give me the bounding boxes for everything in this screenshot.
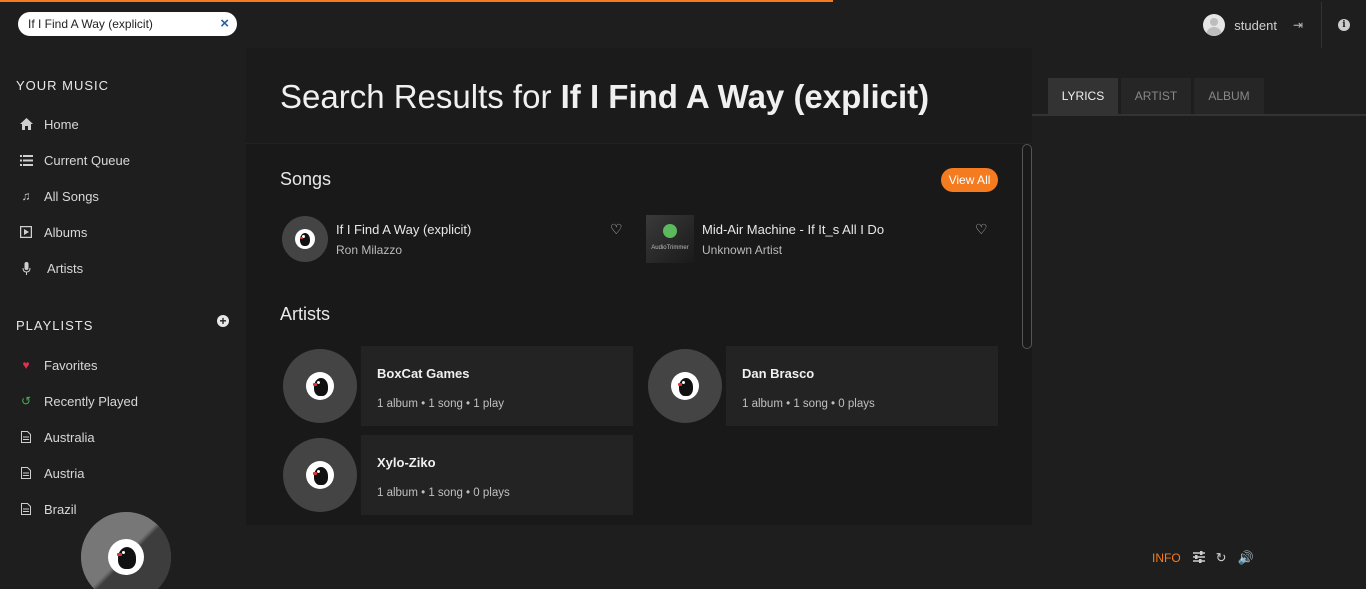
username[interactable]: student (1234, 18, 1277, 33)
artist-name[interactable]: BoxCat Games (377, 366, 469, 381)
tabs-underline (1032, 114, 1366, 116)
artist-name[interactable]: Dan Brasco (742, 366, 814, 381)
sidebar-item-current-queue[interactable]: Current Queue (0, 142, 245, 178)
equalizer-icon[interactable] (1192, 550, 1205, 566)
add-playlist-icon[interactable]: + (217, 315, 229, 327)
artist-card[interactable]: BoxCat Games 1 album • 1 song • 1 play (283, 346, 633, 426)
extra-panel: LYRICS ARTIST ALBUM (1032, 48, 1366, 525)
playlists-heading: PLAYLISTS (16, 318, 94, 333)
sidebar: YOUR MUSIC Home Current Queue ♫ All Song… (0, 48, 245, 525)
sidebar-item-label: Favorites (44, 357, 98, 373)
sidebar-item-all-songs[interactable]: ♫ All Songs (0, 178, 245, 214)
page-title-prefix: Search Results for (280, 78, 552, 115)
clear-search-icon[interactable]: × (220, 15, 229, 32)
favorite-heart-icon[interactable]: ♡ (975, 221, 988, 238)
artist-avatar-icon (671, 372, 699, 400)
user-area: student ⇥ i (1203, 2, 1366, 48)
song-thumbnail: AudioTrimmer (646, 215, 694, 263)
sidebar-item-favorites[interactable]: ♥ Favorites (0, 347, 245, 383)
artists-heading: Artists (280, 304, 331, 324)
tab-artist[interactable]: ARTIST (1121, 78, 1191, 114)
main-content: Search Results for If I Find A Way (expl… (246, 48, 1032, 525)
artist-info-panel: Dan Brasco 1 album • 1 song • 0 plays (726, 346, 998, 426)
search-box: × (18, 12, 237, 36)
sidebar-item-label: Home (44, 116, 79, 132)
artist-info-panel: Xylo-Ziko 1 album • 1 song • 0 plays (361, 435, 633, 515)
divider (1321, 2, 1322, 48)
sidebar-item-artists[interactable]: Artists (0, 250, 245, 286)
favorite-heart-icon[interactable]: ♡ (610, 221, 623, 238)
queue-icon (19, 153, 33, 167)
footer-controls: INFO ↻ 🔊 (1152, 550, 1265, 566)
artist-name[interactable]: Xylo-Ziko (377, 455, 436, 470)
music-note-icon: ♫ (21, 189, 31, 203)
sidebar-item-label: Brazil (44, 501, 77, 517)
info-toggle-button[interactable]: INFO (1152, 551, 1181, 565)
avatar[interactable] (1203, 14, 1226, 36)
your-music-heading: YOUR MUSIC (16, 78, 110, 93)
artist-avatar-icon (295, 229, 315, 249)
history-icon: ↺ (20, 394, 32, 408)
page-title: Search Results for If I Find A Way (expl… (280, 78, 929, 116)
thumbnail-text: AudioTrimmer (651, 245, 689, 251)
tab-lyrics[interactable]: LYRICS (1048, 78, 1118, 114)
sidebar-item-australia[interactable]: Australia (0, 419, 245, 455)
artist-card[interactable]: Xylo-Ziko 1 album • 1 song • 0 plays (283, 435, 633, 515)
artist-card[interactable]: Dan Brasco 1 album • 1 song • 0 plays (648, 346, 998, 426)
album-icon (19, 225, 33, 239)
sidebar-item-label: Albums (44, 224, 88, 240)
artist-meta: 1 album • 1 song • 0 plays (377, 487, 510, 499)
artist-avatar (648, 349, 722, 423)
song-title[interactable]: Mid-Air Machine - If It_s All I Do (702, 222, 884, 237)
song-title[interactable]: If I Find A Way (explicit) (336, 222, 471, 237)
artist-avatar-icon (306, 372, 334, 400)
home-icon (19, 117, 33, 131)
sidebar-item-albums[interactable]: Albums (0, 214, 245, 250)
song-artist[interactable]: Unknown Artist (702, 243, 884, 257)
sidebar-item-label: Austria (44, 465, 85, 481)
song-item[interactable]: If I Find A Way (explicit) Ron Milazzo (282, 216, 471, 262)
main-scrollbar[interactable] (1022, 144, 1032, 349)
heart-icon: ♥ (22, 358, 30, 372)
artist-meta: 1 album • 1 song • 0 plays (742, 398, 875, 410)
player-footer: INFO ↻ 🔊 (0, 525, 1366, 589)
sidebar-item-label: Artists (47, 260, 84, 276)
artist-avatar-icon (108, 539, 144, 575)
file-icon (19, 466, 33, 480)
sidebar-item-recently-played[interactable]: ↺ Recently Played (0, 383, 245, 419)
artist-avatar (283, 349, 357, 423)
sidebar-item-label: All Songs (44, 188, 99, 204)
artist-meta: 1 album • 1 song • 1 play (377, 398, 504, 410)
view-all-button[interactable]: View All (941, 168, 998, 192)
volume-icon[interactable]: 🔊 (1238, 550, 1254, 566)
sidebar-item-label: Australia (44, 429, 95, 445)
file-icon (19, 502, 33, 516)
artist-avatar-icon (306, 461, 334, 489)
top-bar: × student ⇥ i (0, 2, 1366, 48)
sidebar-item-austria[interactable]: Austria (0, 455, 245, 491)
song-item[interactable]: AudioTrimmer Mid-Air Machine - If It_s A… (646, 215, 884, 263)
song-artist[interactable]: Ron Milazzo (336, 243, 471, 257)
artist-info-panel: BoxCat Games 1 album • 1 song • 1 play (361, 346, 633, 426)
microphone-icon (19, 261, 33, 275)
page-title-query: If I Find A Way (explicit) (560, 78, 930, 115)
repeat-icon[interactable]: ↻ (1216, 550, 1227, 566)
extra-panel-tabs: LYRICS ARTIST ALBUM (1048, 78, 1267, 114)
file-icon (19, 430, 33, 444)
tab-album[interactable]: ALBUM (1194, 78, 1264, 114)
search-input[interactable] (28, 17, 208, 31)
now-playing-cover[interactable] (81, 512, 171, 589)
sidebar-item-label: Recently Played (44, 393, 138, 409)
sidebar-item-label: Current Queue (44, 152, 130, 168)
info-icon[interactable]: i (1338, 19, 1350, 31)
logout-icon[interactable]: ⇥ (1293, 18, 1303, 32)
song-thumbnail (282, 216, 328, 262)
sidebar-item-home[interactable]: Home (0, 106, 245, 142)
artist-avatar (283, 438, 357, 512)
songs-heading: Songs (280, 169, 332, 189)
audiotrimmer-logo-icon (663, 224, 677, 238)
